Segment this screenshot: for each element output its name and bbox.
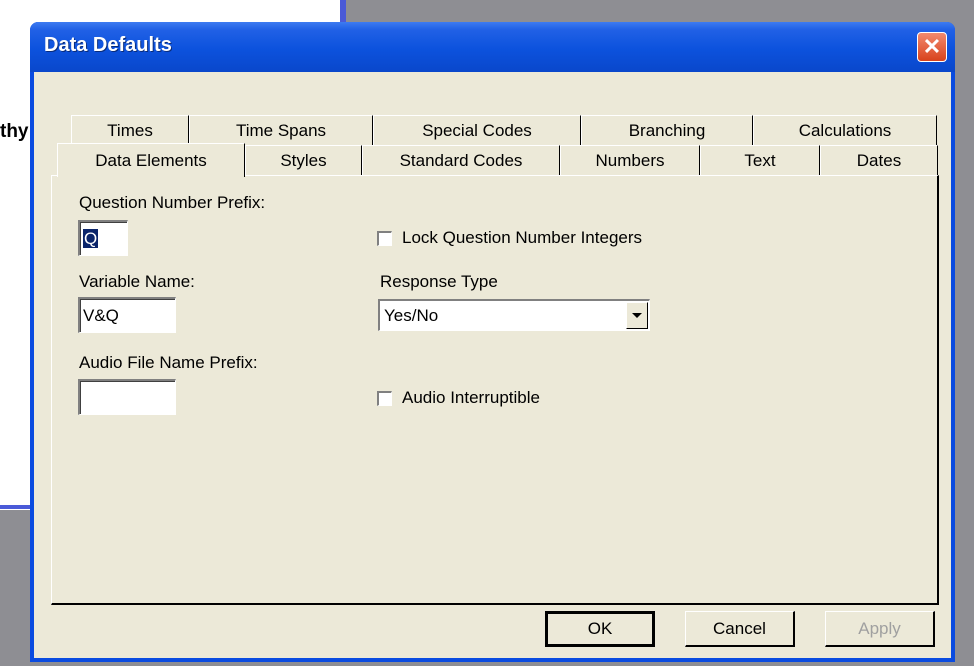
data-defaults-dialog: Data Defaults ✕ Times Time Spans Special… — [30, 22, 955, 662]
tab-dates-label: Dates — [856, 150, 902, 170]
tab-data-elements[interactable]: Data Elements — [57, 143, 245, 177]
lock-integers-checkbox-row[interactable]: Lock Question Number Integers — [377, 228, 642, 248]
tab-time-spans-label: Time Spans — [235, 120, 327, 140]
response-type-dropdown-button[interactable] — [626, 302, 648, 329]
variable-name-input[interactable]: V&Q — [78, 297, 176, 333]
question-prefix-label: Question Number Prefix: — [79, 193, 266, 212]
tab-text[interactable]: Text — [700, 145, 820, 175]
tab-times-label: Times — [107, 120, 153, 140]
lock-integers-checkbox[interactable] — [377, 230, 392, 246]
tab-time-spans[interactable]: Time Spans — [189, 115, 373, 145]
tab-times[interactable]: Times — [71, 115, 189, 145]
variable-name-value: V&Q — [83, 306, 119, 325]
cancel-button[interactable]: Cancel — [685, 611, 795, 647]
tab-branching-label: Branching — [628, 120, 706, 140]
tab-standard-codes[interactable]: Standard Codes — [362, 145, 560, 175]
tab-standard-codes-label: Standard Codes — [399, 150, 523, 170]
response-type-dropdown[interactable]: Yes/No — [378, 299, 650, 331]
tab-calculations[interactable]: Calculations — [753, 115, 937, 145]
apply-button-label: Apply — [858, 618, 901, 638]
audio-interruptible-checkbox[interactable] — [377, 390, 392, 406]
variable-name-label: Variable Name: — [79, 272, 195, 291]
dialog-client-area: Times Time Spans Special Codes Branching… — [34, 72, 951, 658]
tab-calculations-label: Calculations — [798, 120, 892, 140]
audio-interruptible-checkbox-row[interactable]: Audio Interruptible — [377, 388, 540, 408]
title-bar[interactable]: Data Defaults ✕ — [30, 22, 955, 72]
audio-interruptible-label: Audio Interruptible — [402, 388, 540, 407]
lock-integers-label: Lock Question Number Integers — [402, 228, 643, 247]
tab-numbers-label: Numbers — [595, 150, 665, 170]
question-prefix-input[interactable]: Q — [78, 220, 128, 256]
cancel-button-label: Cancel — [713, 618, 766, 638]
ok-button-label: OK — [587, 619, 613, 638]
chevron-down-icon — [632, 313, 642, 318]
apply-button[interactable]: Apply — [825, 611, 935, 647]
audio-prefix-input[interactable] — [78, 379, 176, 415]
tab-numbers[interactable]: Numbers — [560, 145, 700, 175]
tab-data-elements-label: Data Elements — [95, 150, 207, 170]
tab-styles-label: Styles — [280, 150, 327, 170]
tab-special-codes-label: Special Codes — [422, 120, 532, 140]
close-button[interactable]: ✕ — [917, 32, 947, 62]
question-prefix-value: Q — [83, 229, 99, 248]
response-type-label: Response Type — [380, 272, 498, 291]
background-text-fragment: thy — [0, 121, 29, 142]
tab-special-codes[interactable]: Special Codes — [373, 115, 581, 145]
dialog-title: Data Defaults — [44, 34, 172, 56]
tab-styles[interactable]: Styles — [245, 145, 362, 175]
audio-prefix-label: Audio File Name Prefix: — [79, 353, 258, 372]
close-icon: ✕ — [922, 34, 942, 59]
tab-branching[interactable]: Branching — [581, 115, 753, 145]
response-type-value: Yes/No — [384, 306, 439, 325]
ok-button[interactable]: OK — [545, 611, 655, 647]
tab-dates[interactable]: Dates — [820, 145, 938, 175]
tab-panel-data-elements: Question Number Prefix: Q Lock Question … — [51, 175, 939, 605]
tab-text-label: Text — [744, 150, 776, 170]
